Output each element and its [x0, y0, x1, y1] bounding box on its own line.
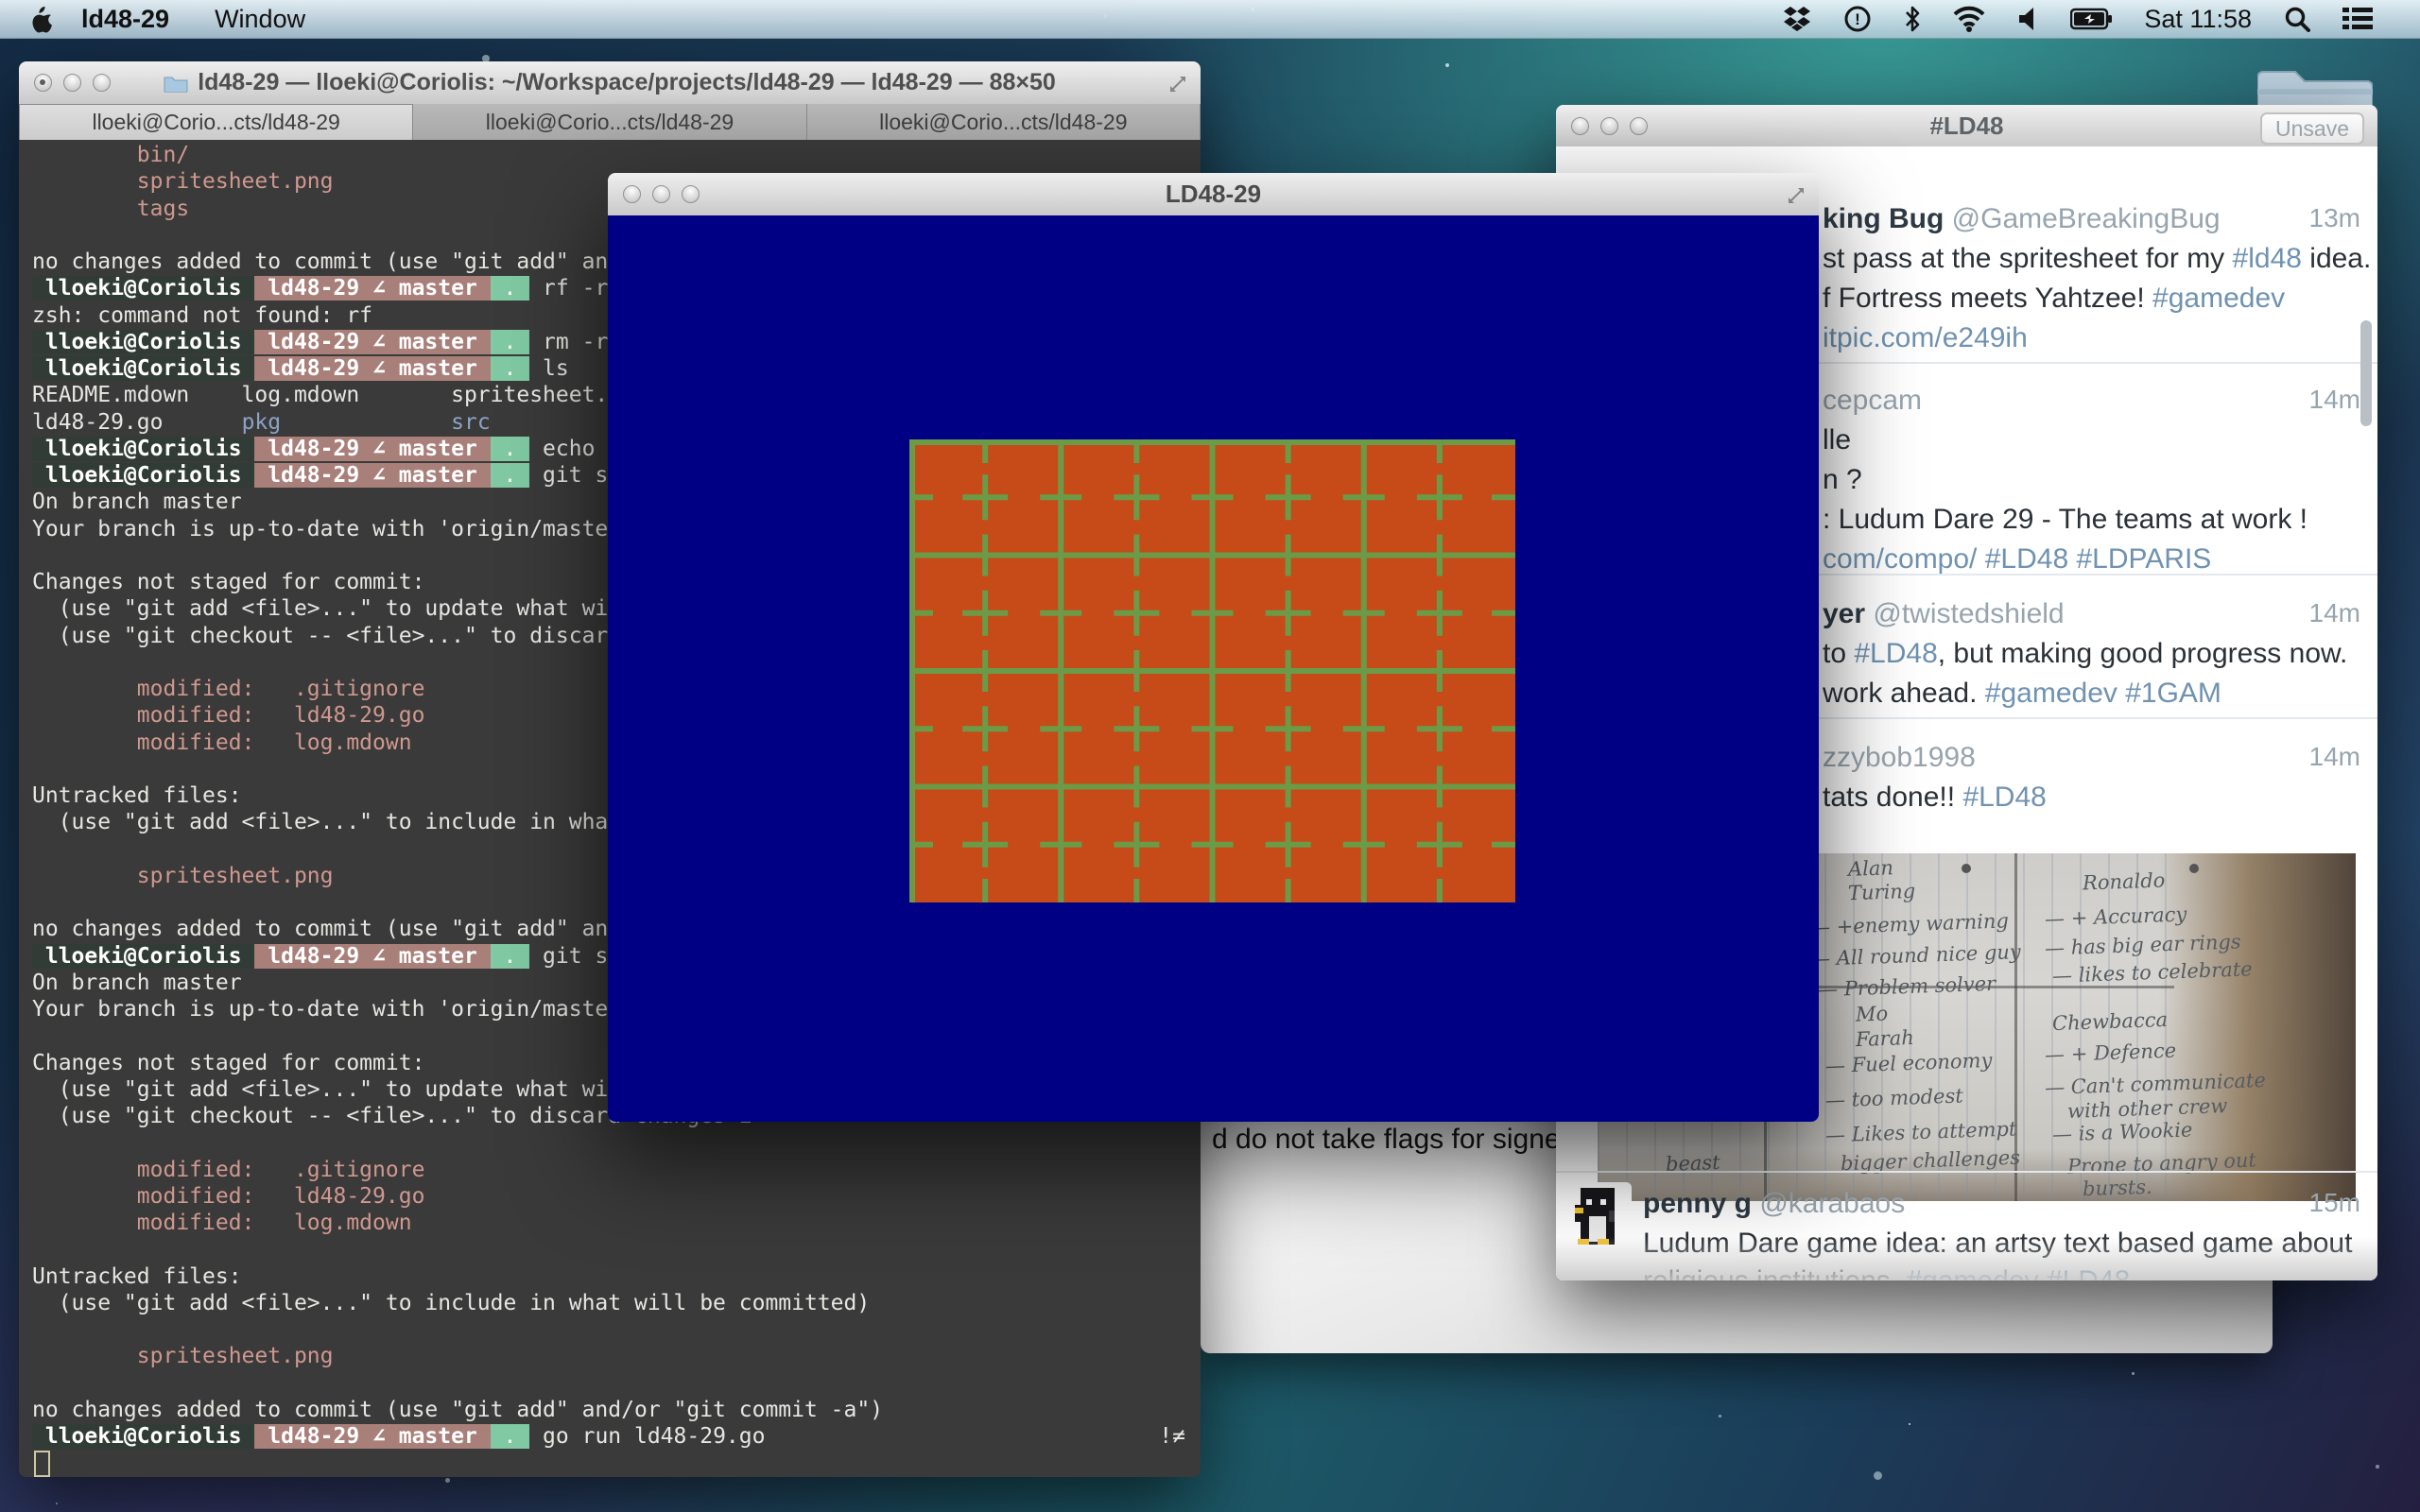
terminal-line [32, 1316, 1201, 1343]
star [2376, 1465, 2378, 1468]
background-window-text: d do not take flags for signe [1212, 1124, 1561, 1156]
terminal-tab-3[interactable]: lloeki@Corio...cts/ld48-29 [807, 104, 1201, 140]
bluetooth-icon[interactable] [1904, 5, 1921, 33]
menu-bar: ld48-29 Window ! [0, 0, 2420, 39]
folder-icon [164, 74, 188, 93]
scrollbar[interactable] [2360, 320, 2372, 426]
tweet-author[interactable]: yer @twistedshield [1823, 598, 2065, 636]
handwritten-note: Turing [1847, 880, 1915, 904]
tweet-author[interactable]: zzybob1998 [1823, 742, 1976, 780]
tweet-divider [1556, 1171, 2377, 1173]
tweet-text: st pass at the spritesheet for my #ld48 … [1823, 243, 2371, 281]
tweet-text: tats done!! #LD48 [1823, 782, 2047, 819]
tweet-author[interactable]: cepcam [1823, 385, 1922, 422]
twitter-titlebar[interactable]: #LD48 Unsave [1556, 105, 2377, 148]
wifi-icon[interactable] [1953, 6, 1985, 32]
handwritten-note: Ronaldo [2083, 869, 2166, 895]
unsave-button[interactable]: Unsave [2260, 112, 2364, 145]
handwritten-note: Farah [1855, 1026, 1914, 1051]
star [1445, 63, 1449, 67]
active-app-name[interactable]: ld48-29 [81, 5, 169, 34]
terminal-title: ld48-29 — lloeki@Coriolis: ~/Workspace/p… [19, 69, 1201, 96]
terminal-line [32, 1129, 1201, 1156]
spritesheet-grid [909, 439, 1515, 902]
fullscreen-icon[interactable] [1167, 73, 1189, 95]
prompt-status-indicator: !≠ [1159, 1423, 1185, 1450]
volume-icon[interactable] [2017, 7, 2038, 31]
terminal-tabbar[interactable]: lloeki@Corio...cts/ld48-29lloeki@Corio..… [19, 104, 1201, 141]
twitter-window-title: #LD48 [1556, 112, 2377, 141]
tweet-text: : Ludum Dare 29 - The teams at work ! [1823, 504, 2308, 541]
tweet-timestamp: 13m [2309, 203, 2360, 233]
terminal-tab-1[interactable]: lloeki@Corio...cts/ld48-29 [19, 104, 413, 140]
terminal-line: no changes added to commit (use "git add… [32, 1397, 1201, 1423]
dropbox-icon[interactable] [1783, 6, 1811, 32]
handwritten-note: bursts. [2083, 1176, 2152, 1201]
handwritten-note: Prone to angry out [2067, 1149, 2257, 1178]
tweet-timestamp: 14m [2309, 385, 2360, 415]
star [1874, 1471, 1882, 1480]
star [56, 1503, 58, 1504]
game-window-title: LD48-29 [608, 180, 1819, 209]
terminal-tab-2[interactable]: lloeki@Corio...cts/ld48-29 [413, 104, 806, 140]
star [2132, 1372, 2134, 1374]
handwritten-note: — + Defence [2045, 1039, 2177, 1066]
spotlight-icon[interactable] [2284, 6, 2310, 32]
star [445, 1478, 450, 1483]
tweet-text: itpic.com/e249ih [1823, 322, 2028, 360]
menu-bar-clock[interactable]: Sat 11:58 [2144, 5, 2252, 34]
tweet-text: work ahead. #gamedev #1GAM [1823, 678, 2221, 715]
tweet-text: n ? [1823, 464, 1862, 502]
terminal-line: spritesheet.png [32, 1343, 1201, 1369]
game-canvas [608, 215, 1819, 1122]
terminal-titlebar[interactable]: ld48-29 — lloeki@Coriolis: ~/Workspace/p… [19, 61, 1201, 105]
terminal-line [32, 1236, 1201, 1263]
tweet-author[interactable]: penny g @karabaos [1643, 1188, 1905, 1226]
game-titlebar[interactable]: LD48-29 [608, 173, 1819, 216]
tweet-timestamp: 14m [2309, 742, 2360, 772]
notification-center-icon[interactable] [2342, 7, 2373, 31]
tweet-timestamp: 14m [2309, 598, 2360, 628]
star [1909, 1423, 1910, 1425]
terminal-line: (use "git add <file>..." to include in w… [32, 1290, 1201, 1316]
svg-text:!: ! [1856, 10, 1861, 28]
battery-icon[interactable] [2070, 8, 2112, 30]
tweet-timestamp: 15m [2309, 1188, 2360, 1218]
terminal-line [32, 1370, 1201, 1397]
terminal-line: modified: ld48-29.go [32, 1183, 1201, 1210]
fullscreen-icon[interactable] [1785, 184, 1807, 207]
tweet-text: com/compo/ #LD48 #LDPARIS [1823, 543, 2211, 581]
tweet-author[interactable]: king Bug @GameBreakingBug [1823, 203, 2221, 241]
time-machine-icon[interactable]: ! [1843, 5, 1872, 33]
handwritten-note: Alan [1847, 856, 1893, 881]
terminal-line: Untracked files: [32, 1263, 1201, 1290]
apple-icon[interactable] [28, 5, 53, 33]
game-window[interactable]: LD48-29 [608, 173, 1819, 1122]
terminal-line: lloeki@Coriolis ld48-29 ∠ master . go ru… [32, 1423, 1201, 1450]
terminal-line: bin/ [32, 142, 1201, 168]
handwritten-note: — too modest [1824, 1084, 1962, 1111]
terminal-line [32, 1450, 1201, 1476]
tweet-text: to #LD48, but making good progress now. [1823, 638, 2347, 676]
terminal-line: modified: .gitignore [32, 1157, 1201, 1183]
terminal-line: modified: log.mdown [32, 1210, 1201, 1236]
handwritten-note: Mo [1855, 1003, 1888, 1026]
star [1719, 1415, 1721, 1418]
tweet-text: lle [1823, 424, 1851, 462]
terminal-cursor [34, 1451, 50, 1477]
window-bottom-fade [1556, 1237, 2377, 1280]
tweet-text: f Fortress meets Yahtzee! #gamedev [1823, 283, 2285, 320]
handwritten-note: with other crew [2067, 1094, 2228, 1123]
handwritten-note: Chewbacca [2052, 1007, 2169, 1034]
menu-item-window[interactable]: Window [215, 5, 305, 34]
